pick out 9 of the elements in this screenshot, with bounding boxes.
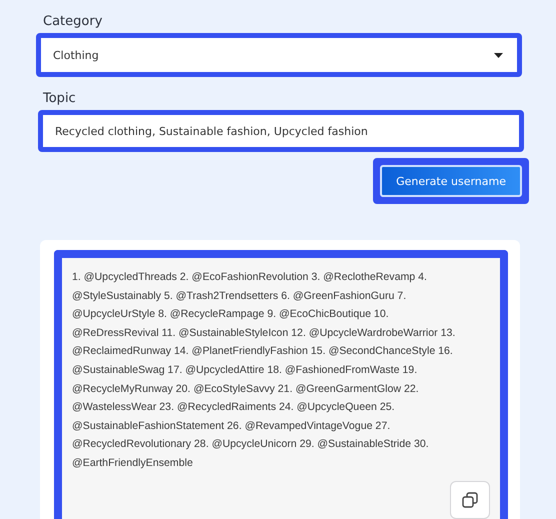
generate-username-button[interactable]: Generate username xyxy=(380,165,522,197)
topic-field[interactable]: Recycled clothing, Sustainable fashion, Upcycled fashion xyxy=(38,110,524,152)
category-select[interactable]: Clothing xyxy=(36,33,522,77)
copy-icon xyxy=(462,492,478,508)
category-label: Category xyxy=(43,14,104,29)
topic-label: Topic xyxy=(43,91,77,106)
copy-button[interactable] xyxy=(450,480,490,519)
username-list: 1. @UpcycledThreads 2. @EcoFashionRevolution 3. @ReclotheRevamp 4. @StyleSustainably 5. @Trash2Trendsetters 6. @GreenFashionGuru 7. @UpcycleUrStyle 8. @RecycleRampage 9. @EcoChicBoutique 10. @ReDressRevival 11. @SustainableStyleIcon 12. @UpcycleWardrobeWarrior 13. @ReclaimedRunway 14. @PlanetFriendlyFashion 15. @SecondChanceStyle 16. @SustainableSwag 17. @UpcycledAttire 18. @FashionedFromWaste 19. @RecycleMyRunway 20. @EcoStyleSavvy 21. @GreenGarmentGlow 22. @WastelessWear 23. @RecycledRaiments 24. @UpcycleQueen 25. @SustainableFashionStatement 26. @RevampedVintageVogue 27. @RecycledRevolutionary 28. @UpcycleUnicorn 29. @SustainableStride 30. @EarthFriendlyEnsemble xyxy=(72,268,490,473)
caret-icon xyxy=(494,52,503,58)
